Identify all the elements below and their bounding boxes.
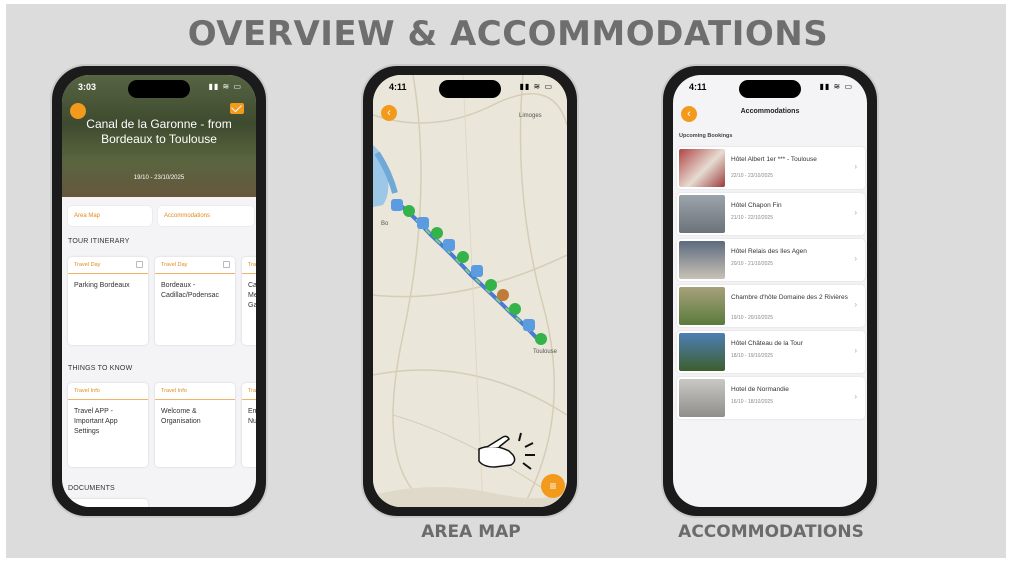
card-text: Em... Nu... <box>248 408 256 425</box>
map-label-city: Toulouse <box>533 349 558 355</box>
dynamic-island <box>739 80 801 98</box>
dynamic-island <box>128 80 190 98</box>
map-marker-icon[interactable] <box>443 239 455 251</box>
booking-dates: 21/10 - 22/10/2025 <box>731 215 773 221</box>
map-marker-icon[interactable] <box>523 319 535 331</box>
card-text: Bordeaux - Cadillac/Podensac <box>161 282 219 299</box>
caption-accommodations: ACCOMMODATIONS <box>678 522 864 542</box>
signal-wifi-battery-icon: ▮▮ ≋ ▭ <box>519 82 553 91</box>
itinerary-card[interactable]: Travel Day Bordeaux - Cadillac/Podensac <box>155 257 235 345</box>
upcoming-bookings-label: Upcoming Bookings <box>679 133 733 139</box>
hotel-name: Hôtel Albert 1er *** - Toulouse <box>731 156 817 163</box>
dynamic-island <box>439 80 501 98</box>
hotel-thumbnail <box>679 379 725 417</box>
chevron-right-icon: › <box>854 254 857 263</box>
card-text: Parking Bordeaux <box>74 282 130 289</box>
itinerary-card[interactable]: Travel Day Parking Bordeaux <box>68 257 148 345</box>
chevron-right-icon: › <box>854 208 857 217</box>
phone-area-map: Limoges Bo Toulouse 4:11 ▮▮ ≋ ▭ ‹ ≡ <box>361 64 579 518</box>
back-icon[interactable]: ‹ <box>381 105 397 121</box>
accommodations-link[interactable]: Accommodations <box>158 206 254 226</box>
phone-overview: 3:03 ▮▮ ≋ ▭ Canal de la Garonne - from B… <box>50 64 268 518</box>
checkbox-icon[interactable] <box>136 261 143 268</box>
chevron-right-icon: › <box>854 162 857 171</box>
hotel-thumbnail <box>679 149 725 187</box>
document-card[interactable] <box>68 499 148 507</box>
map-label-city: Limoges <box>519 113 542 119</box>
map-marker-icon[interactable] <box>485 279 497 291</box>
filter-icon: ≡ <box>549 479 557 493</box>
menu-icon[interactable] <box>70 103 86 119</box>
map-label-city: Bo <box>381 221 389 227</box>
hotel-thumbnail <box>679 287 725 325</box>
booking-dates: 18/10 - 19/10/2025 <box>731 353 773 359</box>
booking-item[interactable]: Hôtel Château de la Tour 18/10 - 19/10/2… <box>677 331 865 373</box>
status-time: 4:11 <box>689 82 707 92</box>
map-screen: Limoges Bo Toulouse 4:11 ▮▮ ≋ ▭ ‹ ≡ <box>373 75 567 507</box>
card-tag: Tra <box>242 383 256 400</box>
phone-accommodations: 4:11 ▮▮ ≋ ▭ ‹ Accommodations Upcoming Bo… <box>661 64 879 518</box>
hotel-name: Hotel de Normandie <box>731 386 789 393</box>
tour-title: Canal de la Garonne - from Bordeaux to T… <box>86 117 232 146</box>
tour-itinerary-label: TOUR ITINERARY <box>68 238 130 245</box>
card-tag: Travel Info <box>68 383 148 400</box>
map-marker-icon[interactable] <box>509 303 521 315</box>
booking-dates: 16/10 - 18/10/2025 <box>731 399 773 405</box>
hotel-name: Hôtel Chapon Fin <box>731 202 782 209</box>
hotel-thumbnail <box>679 241 725 279</box>
tour-dates: 19/10 - 23/10/2025 <box>133 175 185 181</box>
booking-item[interactable]: Hôtel Albert 1er *** - Toulouse 22/10 - … <box>677 147 865 189</box>
info-card[interactable]: Travel Info Welcome & Organisation <box>155 383 235 467</box>
booking-dates: 20/10 - 21/10/2025 <box>731 261 773 267</box>
documents-label: DOCUMENTS <box>68 485 115 492</box>
signal-wifi-battery-icon: ▮▮ ≋ ▭ <box>208 82 242 91</box>
overview-screen: 3:03 ▮▮ ≋ ▭ Canal de la Garonne - from B… <box>62 75 256 507</box>
chevron-right-icon: › <box>854 300 857 309</box>
booking-item[interactable]: Chambre d'hôte Domaine des 2 Rivières 19… <box>677 285 865 327</box>
accommodations-screen: 4:11 ▮▮ ≋ ▭ ‹ Accommodations Upcoming Bo… <box>673 75 867 507</box>
map-marker-icon[interactable] <box>391 199 403 211</box>
checkbox-icon[interactable] <box>223 261 230 268</box>
info-card[interactable]: Travel Info Travel APP - Important App S… <box>68 383 148 467</box>
map-marker-icon[interactable] <box>497 289 509 301</box>
hotel-name: Hôtel Château de la Tour <box>731 340 803 347</box>
booking-dates: 22/10 - 23/10/2025 <box>731 173 773 179</box>
slide-heading: OVERVIEW & ACCOMMODATIONS <box>187 14 829 54</box>
hotel-name: Chambre d'hôte Domaine des 2 Rivières <box>731 294 848 301</box>
map-marker-icon[interactable] <box>417 217 429 229</box>
page-title: Accommodations <box>740 108 800 115</box>
mail-icon[interactable] <box>230 103 244 114</box>
signal-wifi-battery-icon: ▮▮ ≋ ▭ <box>819 82 853 91</box>
card-tag: Travel Info <box>155 383 235 400</box>
card-text: Travel APP - Important App Settings <box>74 408 118 435</box>
chevron-right-icon: › <box>854 392 857 401</box>
hotel-thumbnail <box>679 195 725 233</box>
map-marker-icon[interactable] <box>535 333 547 345</box>
status-time: 4:11 <box>389 82 407 92</box>
filter-button[interactable]: ≡ <box>541 474 565 498</box>
card-text: Ca... Me... Ga... <box>248 282 256 309</box>
status-time: 3:03 <box>78 82 97 92</box>
itinerary-card[interactable]: Tra Ca... Me... Ga... <box>242 257 256 345</box>
area-map-link[interactable]: Area Map <box>68 206 152 226</box>
area-map[interactable]: Limoges Bo Toulouse <box>373 75 567 507</box>
booking-item[interactable]: Hotel de Normandie 16/10 - 18/10/2025 › <box>677 377 865 419</box>
booking-item[interactable]: Hôtel Chapon Fin 21/10 - 22/10/2025 › <box>677 193 865 235</box>
map-marker-icon[interactable] <box>403 205 415 217</box>
map-marker-icon[interactable] <box>431 227 443 239</box>
card-text: Welcome & Organisation <box>161 408 201 425</box>
hotel-name: Hôtel Relais des Iles Agen <box>731 248 807 255</box>
chevron-right-icon: › <box>854 346 857 355</box>
card-tag: Tra <box>242 257 256 274</box>
map-marker-icon[interactable] <box>471 265 483 277</box>
things-to-know-label: THINGS TO KNOW <box>68 365 133 372</box>
info-card[interactable]: Tra Em... Nu... <box>242 383 256 467</box>
caption-area-map: AREA MAP <box>421 522 521 542</box>
tap-gesture-icon <box>478 432 535 470</box>
map-marker-icon[interactable] <box>457 251 469 263</box>
booking-dates: 19/10 - 20/10/2025 <box>731 315 773 321</box>
back-icon[interactable]: ‹ <box>681 106 697 122</box>
hotel-thumbnail <box>679 333 725 371</box>
booking-item[interactable]: Hôtel Relais des Iles Agen 20/10 - 21/10… <box>677 239 865 281</box>
